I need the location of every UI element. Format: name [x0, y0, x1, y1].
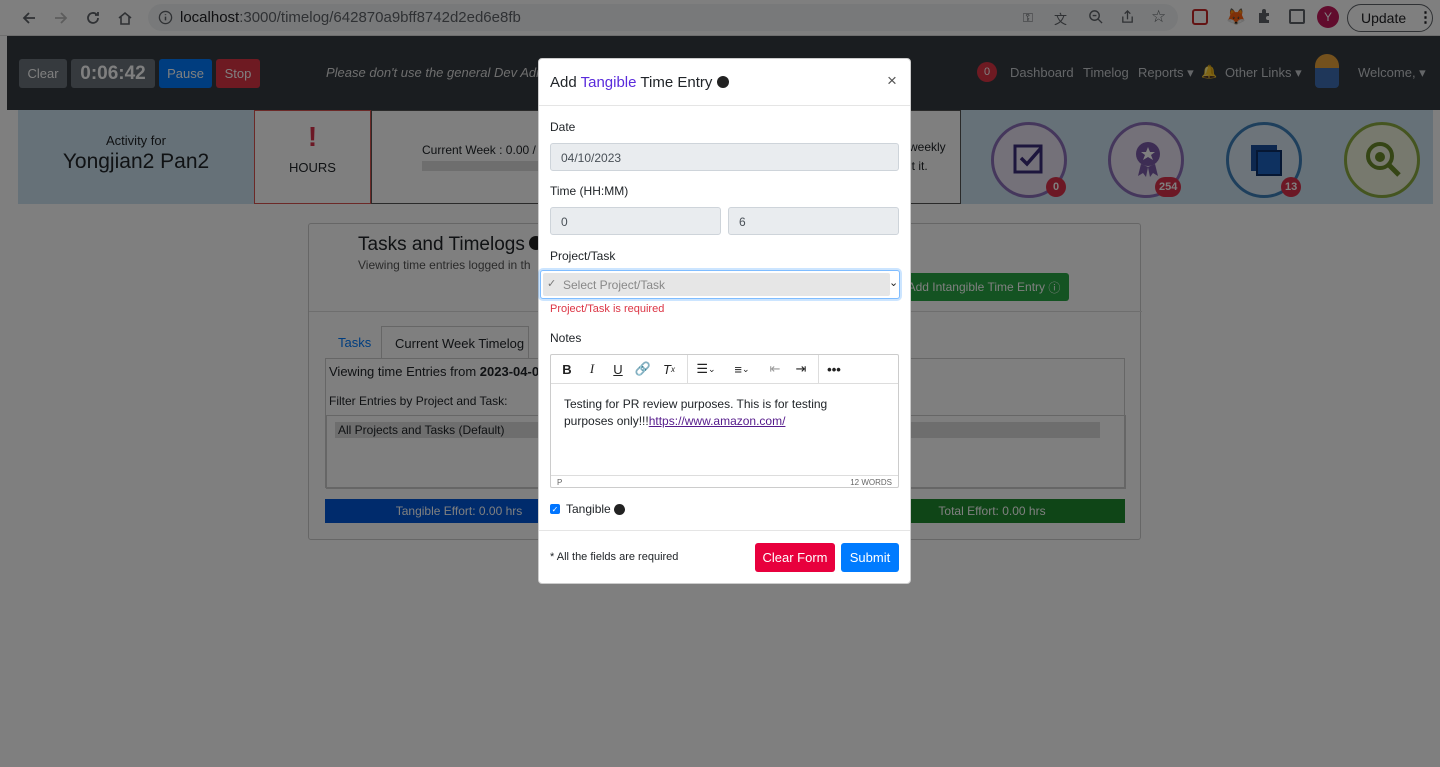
editor-toolbar: B I U 🔗 Tx ☰ ⌄ ≡ ⌄ ⇤ ⇥ •••: [551, 355, 898, 384]
underline-icon[interactable]: U: [606, 355, 630, 383]
editor-path: P: [557, 478, 563, 487]
bold-icon[interactable]: B: [555, 355, 579, 383]
date-input[interactable]: 04/10/2023: [550, 143, 899, 171]
minutes-input[interactable]: 6: [728, 207, 899, 235]
check-icon: ✓: [547, 278, 557, 290]
modal-close-icon[interactable]: ×: [887, 71, 897, 91]
date-label: Date: [550, 120, 576, 134]
modal-title-suffix: Time Entry: [640, 74, 713, 91]
tangible-label: Tangible: [566, 502, 611, 516]
outdent-icon[interactable]: ⇤: [763, 355, 787, 383]
editor-statusbar: P 12 WORDS: [551, 475, 898, 488]
notes-content[interactable]: Testing for PR review purposes. This is …: [564, 396, 864, 430]
modal-footer-divider: [539, 530, 910, 531]
notes-label: Notes: [550, 331, 582, 345]
toolbar-separator: [818, 355, 819, 383]
hours-input[interactable]: 0: [550, 207, 721, 235]
required-note: * All the fields are required: [550, 551, 679, 563]
clear-form-button[interactable]: Clear Form: [755, 543, 835, 572]
project-task-label: Project/Task: [550, 249, 616, 263]
modal-header-divider: [539, 105, 910, 106]
bullet-list-icon[interactable]: ☰ ⌄: [691, 355, 721, 383]
notes-link[interactable]: https://www.amazon.com/: [649, 414, 786, 428]
submit-button[interactable]: Submit: [841, 543, 899, 572]
modal-title-prefix: Add: [550, 74, 577, 91]
modal-info-icon[interactable]: [716, 76, 729, 88]
link-icon[interactable]: 🔗: [631, 355, 655, 383]
italic-icon[interactable]: I: [580, 355, 604, 383]
modal-title-highlight: Tangible: [580, 74, 637, 91]
chevron-down-icon: ⌄: [889, 277, 899, 289]
notes-editor: B I U 🔗 Tx ☰ ⌄ ≡ ⌄ ⇤ ⇥ ••• Testing for PR …: [550, 354, 899, 488]
clear-format-icon[interactable]: Tx: [657, 355, 681, 383]
modal-title: Add Tangible Time Entry: [550, 74, 729, 91]
project-task-select[interactable]: Select Project/Task ✓ ⌄: [540, 270, 900, 299]
word-count: 12 WORDS: [850, 478, 892, 487]
project-task-placeholder[interactable]: Select Project/Task: [543, 273, 890, 296]
add-time-entry-modal: Add Tangible Time Entry × Date 04/10/202…: [538, 58, 911, 584]
project-task-error: Project/Task is required: [550, 303, 665, 315]
numbered-list-icon[interactable]: ≡ ⌄: [727, 355, 757, 383]
toolbar-separator: [687, 355, 688, 383]
indent-icon[interactable]: ⇥: [789, 355, 813, 383]
more-icon[interactable]: •••: [822, 355, 846, 383]
tangible-checkbox[interactable]: ✓: [550, 504, 560, 514]
tangible-info-icon[interactable]: [614, 504, 625, 515]
time-label: Time (HH:MM): [550, 184, 629, 198]
